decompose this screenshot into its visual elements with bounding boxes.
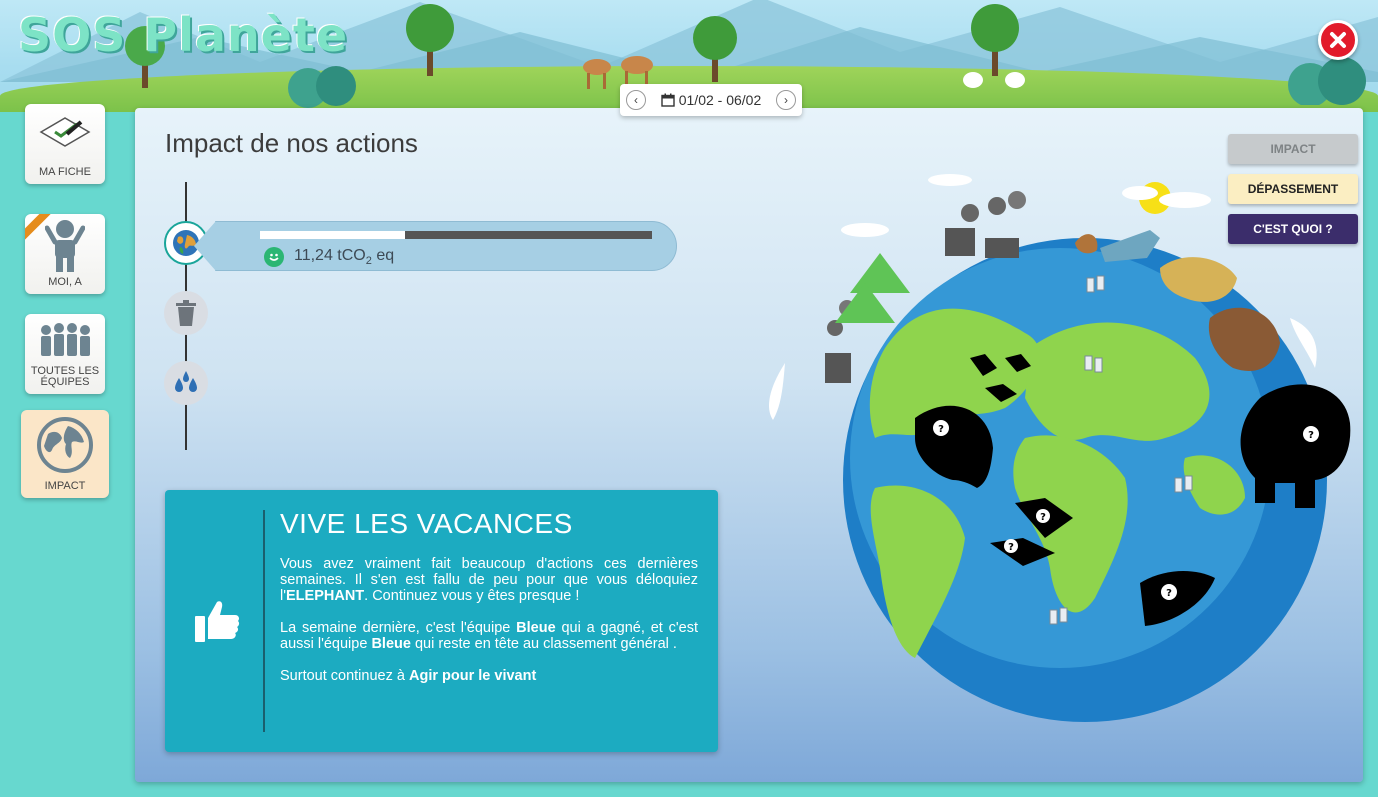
message-divider bbox=[263, 510, 265, 732]
sidebar-item-moi[interactable]: MOI, A bbox=[25, 214, 105, 294]
sidebar-item-ma-fiche[interactable]: MA FICHE bbox=[25, 104, 105, 184]
water-drops-icon bbox=[175, 371, 197, 392]
date-navigator: ‹ 01/02 - 06/02 › bbox=[620, 84, 802, 116]
co2-progress-bar bbox=[260, 231, 652, 239]
message-paragraph: Vous avez vraiment fait beaucoup d'actio… bbox=[280, 556, 698, 604]
svg-text:?: ? bbox=[1040, 512, 1046, 523]
co2-progress-fill bbox=[260, 231, 406, 239]
tree-icon bbox=[406, 4, 454, 76]
app-title: SOS Planète bbox=[18, 8, 349, 62]
calendar-icon bbox=[661, 93, 675, 107]
prev-week-button[interactable]: ‹ bbox=[626, 90, 646, 110]
co2-value-row: 11,24 tCO2 eq bbox=[264, 247, 394, 267]
smiley-icon bbox=[264, 247, 284, 268]
trash-icon bbox=[176, 300, 196, 326]
message-paragraph: Surtout continuez à Agir pour le vivant bbox=[280, 668, 537, 684]
date-range: 01/02 - 06/02 bbox=[661, 92, 762, 108]
teams-icon bbox=[41, 323, 90, 356]
elephant-icon bbox=[1240, 384, 1351, 508]
message-card: VIVE LES VACANCES Vous avez vraiment fai… bbox=[165, 490, 718, 752]
sidebar-item-toutes-les-equipes[interactable]: TOUTES LES ÉQUIPES bbox=[25, 314, 105, 394]
co2-value: 11,24 tCO2 eq bbox=[294, 247, 395, 268]
timeline-node-waste[interactable] bbox=[164, 291, 208, 335]
message-body: Vous avez vraiment fait beaucoup d'actio… bbox=[280, 556, 698, 700]
sidebar-item-label: IMPACT bbox=[44, 480, 86, 492]
globe-icon bbox=[37, 417, 93, 473]
svg-text:?: ? bbox=[938, 424, 944, 435]
next-week-button[interactable]: › bbox=[775, 90, 796, 110]
sheet-icon bbox=[39, 117, 91, 147]
tree-icon bbox=[693, 16, 737, 82]
rabbit-icon bbox=[963, 72, 1025, 88]
earth-illustration: ?? ??? bbox=[769, 174, 1351, 722]
chevron-right-icon: › bbox=[783, 93, 788, 107]
timeline-node-water[interactable] bbox=[164, 361, 208, 405]
close-button[interactable] bbox=[1318, 20, 1358, 60]
cloud-icon bbox=[769, 363, 785, 420]
person-icon bbox=[45, 220, 85, 272]
sidebar-item-label: MA FICHE bbox=[39, 166, 91, 178]
svg-text:?: ? bbox=[1308, 430, 1314, 441]
sidebar-item-impact[interactable]: IMPACT bbox=[21, 410, 109, 498]
bush-icon bbox=[288, 66, 356, 108]
page-title: Impact de nos actions bbox=[165, 128, 418, 158]
thumbs-up-icon bbox=[195, 601, 240, 642]
message-paragraph: La semaine dernière, c'est l'équipe Bleu… bbox=[280, 620, 698, 652]
bush-icon bbox=[1288, 57, 1366, 105]
sidebar-item-label: MOI, A bbox=[48, 276, 82, 288]
close-icon bbox=[1330, 32, 1346, 48]
tree-icon bbox=[835, 253, 910, 323]
co2-progress-card: 11,24 tCO2 eq bbox=[194, 221, 677, 271]
sidebar-item-label: TOUTES LES ÉQUIPES bbox=[30, 365, 100, 388]
main-panel: Impact de nos actions 11,24 tCO2 eq VIVE… bbox=[135, 108, 1363, 782]
date-range-text: 01/02 - 06/02 bbox=[678, 92, 762, 108]
chevron-left-icon: ‹ bbox=[634, 93, 638, 107]
message-title: VIVE LES VACANCES bbox=[280, 508, 573, 539]
svg-text:?: ? bbox=[1008, 542, 1014, 553]
svg-text:?: ? bbox=[1166, 588, 1172, 599]
